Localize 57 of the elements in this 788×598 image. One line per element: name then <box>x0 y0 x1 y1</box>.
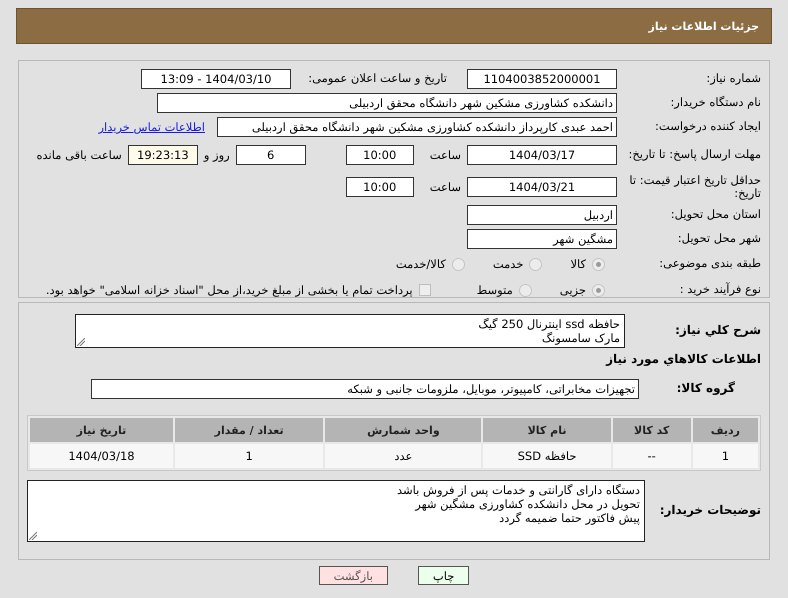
resize-grip-icon[interactable] <box>77 338 85 346</box>
buyer-org-field: دانشکده کشاورزی مشکین شهر دانشگاه محقق اردبیلی <box>157 93 617 113</box>
column-header: نام کالا <box>483 418 611 442</box>
field-label: ساعت باقی مانده <box>36 148 122 162</box>
table-cell: -- <box>612 444 691 468</box>
process-radio[interactable]: جزیی <box>560 283 605 297</box>
field-label: نوع فرآیند خرید : <box>678 283 761 297</box>
table-cell: 1404/03/18 <box>30 444 173 468</box>
days-field: 6 <box>236 145 306 165</box>
description-field[interactable]: حافظه ssd اینترنال 250 گیگ مارک سامسونگ <box>75 314 625 348</box>
field-label: نام دستگاه خریدار: <box>669 96 761 110</box>
back-button[interactable]: بازگشت <box>318 566 388 585</box>
city-field: مشگین شهر <box>467 229 617 249</box>
contact-link[interactable]: اطلاعات تماس خریدار <box>98 120 205 134</box>
field-label: تاریخ و ساعت اعلان عمومی: <box>307 72 447 86</box>
column-header: ردیف <box>692 418 758 442</box>
field-label: ایجاد کننده درخواست: <box>654 120 761 134</box>
reply-date-field: 1404/03/17 <box>467 145 617 165</box>
field-label: شماره نیاز: <box>705 72 761 86</box>
category-radio[interactable]: کالا <box>570 257 605 271</box>
validity-date-field: 1404/03/21 <box>467 177 617 197</box>
field-label: ساعت <box>430 148 461 162</box>
resize-grip-icon[interactable] <box>29 532 37 540</box>
field-label: شهر محل تحویل: <box>676 232 761 246</box>
process-radio[interactable]: متوسط <box>476 283 532 297</box>
column-header: تاریخ نیاز <box>30 418 173 442</box>
field-label: مهلت ارسال پاسخ: تا تاریخ: <box>627 148 761 162</box>
field-label: حداقل تاریخ اعتبار قیمت: تا تاریخ: <box>628 174 761 200</box>
treasury-checkbox[interactable]: پرداخت تمام یا بخشی از مبلغ خرید،از محل "اسناد خزانه اسلامی" خواهد بود. <box>46 283 431 297</box>
field-label: روز و <box>204 148 230 162</box>
announce-date-field: 1404/03/10 - 13:09 <box>141 69 291 89</box>
need-number-field: 1104003852000001 <box>467 69 617 89</box>
goods-group-field: تجهیزات مخابراتی، کامپیوتر، موبایل، ملزومات جانبی و شبکه <box>91 379 639 399</box>
table-cell: عدد <box>325 444 482 468</box>
field-label: شرح کلي نياز: <box>674 324 761 338</box>
column-header: واحد شمارش <box>325 418 482 442</box>
field-label: توضیحات خریدار: <box>658 504 761 518</box>
reply-time-field: 10:00 <box>346 145 414 165</box>
requester-field: احمد عبدی کارپرداز دانشکده کشاورزی مشکین شهر دانشگاه محقق اردبیلی <box>217 117 617 137</box>
field-label: طبقه بندی موضوعی: <box>658 257 761 271</box>
table-cell: 1 <box>174 444 324 468</box>
field-label: ساعت <box>430 180 461 194</box>
section-title: اطلاعات کالاهاي مورد نياز <box>604 353 761 367</box>
field-label: گروه کالا: <box>676 382 735 396</box>
table-cell: 1 <box>692 444 758 468</box>
remaining-time-field: 19:23:13 <box>128 145 198 165</box>
province-field: اردبیل <box>467 205 617 225</box>
column-header: کد کالا <box>612 418 691 442</box>
validity-time-field: 10:00 <box>346 177 414 197</box>
category-radio[interactable]: کالا/خدمت <box>396 257 465 271</box>
page-title: جزئیات اطلاعات نیاز <box>648 20 759 32</box>
buyer-notes-field[interactable]: دستگاه دارای گارانتی و خدمات پس از فروش باشد تحویل در محل دانشکده کشاورزی مشگین شهر پیش فاکتور حتما ضمیمه گردد <box>27 480 645 542</box>
category-radio[interactable]: خدمت <box>492 257 542 271</box>
table-cell: حافظه SSD <box>483 444 611 468</box>
print-button[interactable]: چاپ <box>418 566 470 585</box>
column-header: تعداد / مقدار <box>174 418 324 442</box>
field-label: استان محل تحویل: <box>670 208 761 222</box>
